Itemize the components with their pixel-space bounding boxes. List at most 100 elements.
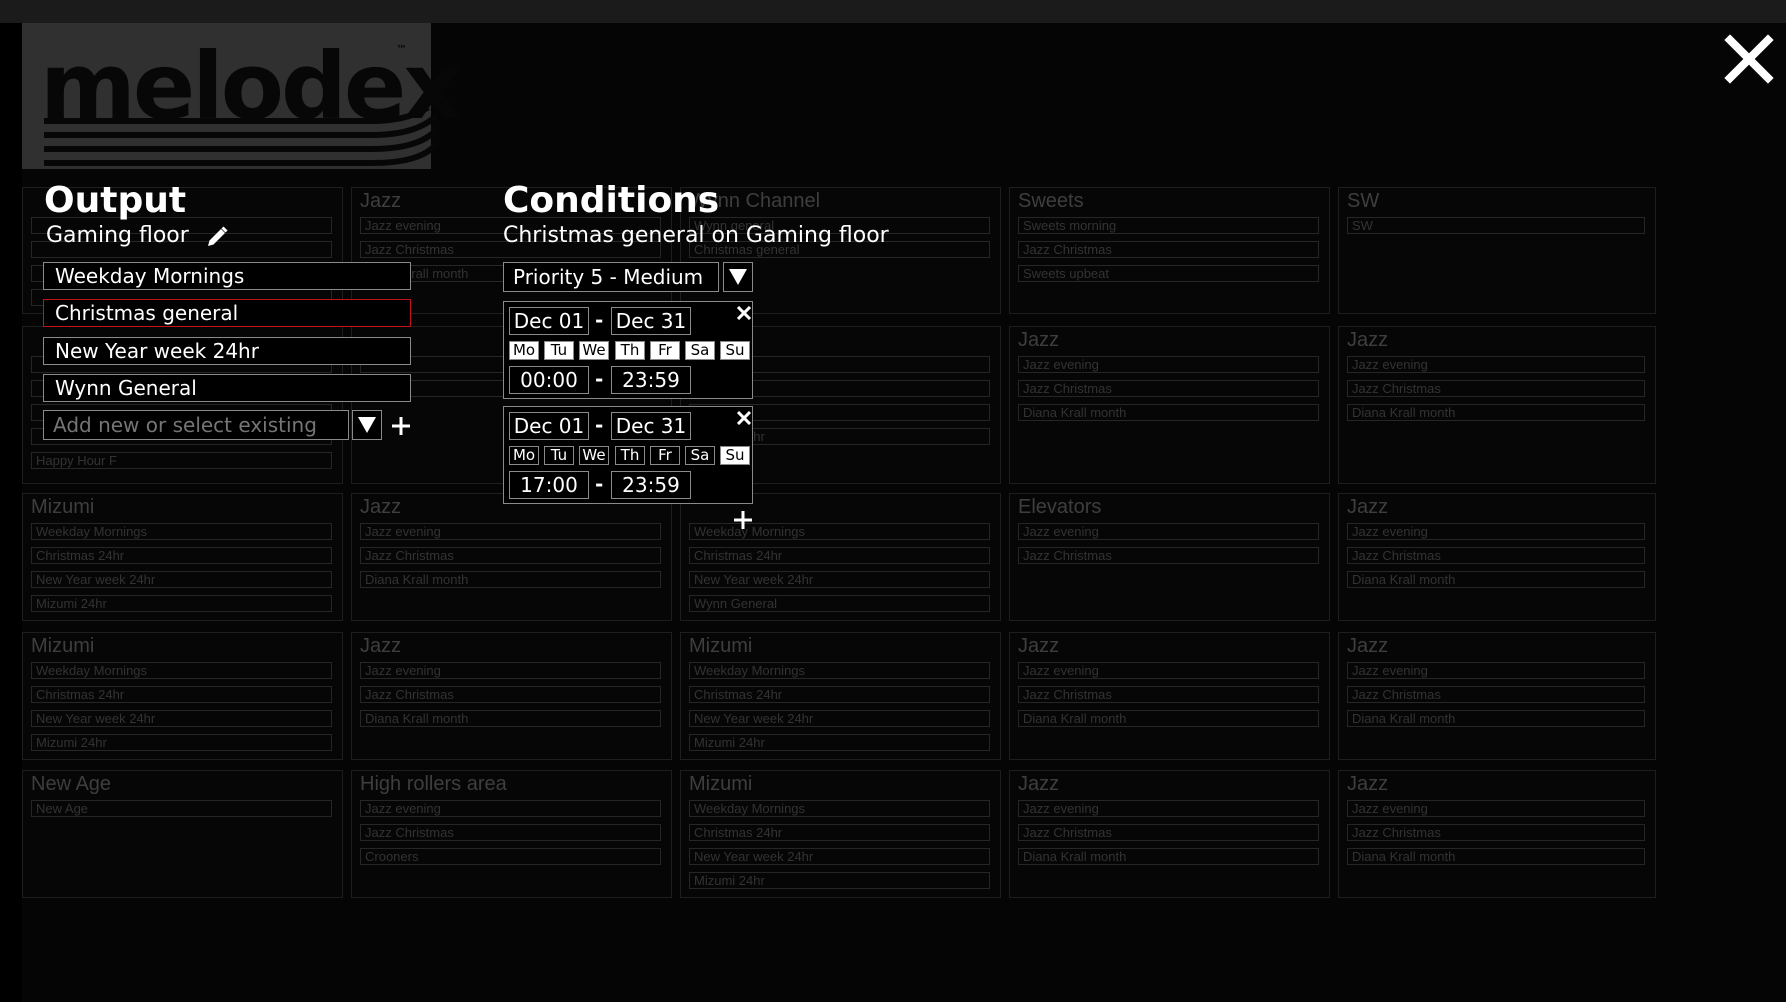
grid-tile-item[interactable]: Christmas 24hr (689, 824, 990, 841)
grid-tile[interactable]: Mizumi Weekday Mornings Christmas 24hr New … (680, 770, 1001, 898)
date-from-field[interactable]: Dec 01 (509, 412, 589, 440)
output-item-new-year-week[interactable]: New Year week 24hr (43, 337, 411, 365)
grid-tile[interactable]: Jazz Jazz evening Jazz Christmas Diana Kral… (1009, 326, 1330, 484)
grid-tile-item[interactable]: Jazz evening (1347, 356, 1645, 373)
grid-tile[interactable]: Mizumi Weekday Mornings Christmas 24hr New … (22, 632, 343, 760)
grid-tile-item[interactable]: Christmas 24hr (689, 547, 990, 564)
program-dropdown-button[interactable] (352, 410, 382, 440)
grid-tile[interactable]: Weekday Mornings Christmas 24hr New Year w… (680, 493, 1001, 621)
grid-tile[interactable]: Jazz Jazz evening Jazz Christmas Diana Kral… (1338, 493, 1656, 621)
day-toggle[interactable]: Mo (509, 341, 539, 360)
day-toggle[interactable]: Th (615, 341, 645, 360)
grid-tile-item[interactable]: Jazz evening (1018, 523, 1319, 540)
grid-tile-item[interactable]: Jazz Christmas (1018, 380, 1319, 397)
grid-tile-item[interactable]: Jazz Christmas (1018, 547, 1319, 564)
day-toggle[interactable]: Su (720, 341, 750, 360)
grid-tile-item[interactable]: Jazz Christmas (1347, 547, 1645, 564)
grid-tile[interactable]: Jazz Jazz evening Jazz Christmas Diana Kral… (1009, 632, 1330, 760)
day-toggle[interactable]: Tu (544, 446, 574, 465)
grid-tile-item[interactable]: Jazz evening (1018, 662, 1319, 679)
day-toggle[interactable]: Tu (544, 341, 574, 360)
remove-condition-close-icon[interactable] (737, 411, 751, 425)
grid-tile-item[interactable]: Sweets upbeat (1018, 265, 1319, 282)
time-from-field[interactable]: 17:00 (509, 471, 589, 499)
output-item-christmas-general[interactable]: Christmas general (43, 299, 411, 327)
grid-tile-item[interactable]: Sweets morning (1018, 217, 1319, 234)
grid-tile-item[interactable]: Jazz Christmas (1347, 686, 1645, 703)
grid-tile-item[interactable]: New Year week 24hr (689, 571, 990, 588)
priority-select[interactable]: Priority 5 - Medium (503, 262, 719, 292)
grid-tile-item[interactable]: Jazz evening (360, 800, 661, 817)
grid-tile-item[interactable]: Jazz Christmas (1347, 380, 1645, 397)
grid-tile-item[interactable]: Diana Krall month (1018, 404, 1319, 421)
grid-tile-item[interactable]: Jazz evening (1347, 800, 1645, 817)
grid-tile-item[interactable]: Wynn General (689, 595, 990, 612)
day-toggle[interactable]: Th (615, 446, 645, 465)
grid-tile[interactable]: Jazz Jazz evening Jazz Christmas Diana Kral… (1338, 326, 1656, 484)
grid-tile-item[interactable]: Jazz evening (360, 523, 661, 540)
output-item-weekday-mornings[interactable]: Weekday Mornings (43, 262, 411, 290)
time-from-field[interactable]: 00:00 (509, 366, 589, 394)
close-icon[interactable] (1724, 34, 1774, 84)
grid-tile-item[interactable]: Weekday Mornings (31, 662, 332, 679)
grid-tile-item[interactable]: Crooners (360, 848, 661, 865)
grid-tile-item[interactable]: Jazz evening (1018, 800, 1319, 817)
grid-tile-item[interactable]: Jazz Christmas (360, 547, 661, 564)
date-from-field[interactable]: Dec 01 (509, 307, 589, 335)
grid-tile[interactable]: High rollers area Jazz evening Jazz Christ… (351, 770, 672, 898)
add-program-plus-icon[interactable] (391, 416, 411, 436)
grid-tile-item[interactable]: New Year week 24hr (31, 710, 332, 727)
grid-tile-item[interactable]: Diana Krall month (360, 710, 661, 727)
grid-tile-item[interactable]: Jazz Christmas (1018, 824, 1319, 841)
day-toggle[interactable]: Sa (685, 341, 715, 360)
grid-tile-item[interactable]: New Year week 24hr (689, 710, 990, 727)
grid-tile-item[interactable]: Mizumi 24hr (31, 734, 332, 751)
grid-tile-item[interactable]: Christmas 24hr (689, 686, 990, 703)
grid-tile-item[interactable]: Diana Krall month (1347, 571, 1645, 588)
grid-tile-item[interactable]: Diana Krall month (1018, 710, 1319, 727)
grid-tile-item[interactable]: Jazz evening (1018, 356, 1319, 373)
add-condition-plus-icon[interactable] (733, 510, 753, 530)
grid-tile-item[interactable]: Weekday Mornings (689, 662, 990, 679)
grid-tile[interactable]: Jazz Jazz evening Jazz Christmas Diana Kral… (1338, 770, 1656, 898)
grid-tile-item[interactable]: Mizumi 24hr (689, 872, 990, 889)
grid-tile-item[interactable]: Diana Krall month (1347, 710, 1645, 727)
grid-tile[interactable]: Elevators Jazz evening Jazz Christmas (1009, 493, 1330, 621)
remove-condition-close-icon[interactable] (737, 306, 751, 320)
grid-tile-item[interactable]: Diana Krall month (1347, 848, 1645, 865)
time-to-field[interactable]: 23:59 (611, 471, 691, 499)
grid-tile-item[interactable]: Jazz Christmas (360, 686, 661, 703)
grid-tile-item[interactable]: New Year week 24hr (689, 848, 990, 865)
add-program-input[interactable] (43, 410, 349, 440)
grid-tile-item[interactable]: New Age (31, 800, 332, 817)
day-toggle[interactable]: Fr (650, 446, 680, 465)
pencil-icon[interactable] (205, 225, 229, 249)
grid-tile-item[interactable]: Mizumi 24hr (689, 734, 990, 751)
grid-tile[interactable]: Wynn Channel Wynn general Christmas genera… (680, 187, 1001, 314)
grid-tile[interactable]: Mizumi Weekday Mornings Christmas 24hr New … (680, 632, 1001, 760)
grid-tile-item[interactable]: Jazz Christmas (1347, 824, 1645, 841)
grid-tile[interactable]: Jazz Jazz evening Jazz Christmas Diana Kral… (1009, 770, 1330, 898)
day-toggle[interactable]: We (579, 446, 609, 465)
grid-tile-item[interactable]: SW (1347, 217, 1645, 234)
priority-dropdown-button[interactable] (723, 262, 753, 292)
grid-tile[interactable]: Jazz Jazz evening Jazz Christmas Diana Kral… (351, 493, 672, 621)
grid-tile[interactable]: Jazz Jazz evening Jazz Christmas Diana Kral… (1338, 632, 1656, 760)
grid-tile-item[interactable]: Jazz evening (360, 662, 661, 679)
time-to-field[interactable]: 23:59 (611, 366, 691, 394)
grid-tile-item[interactable]: Mizumi 24hr (31, 595, 332, 612)
grid-tile-item[interactable]: Jazz Christmas (1018, 686, 1319, 703)
grid-tile-item[interactable]: Weekday Mornings (31, 523, 332, 540)
grid-tile-item[interactable]: Jazz evening (1347, 662, 1645, 679)
day-toggle[interactable]: Mo (509, 446, 539, 465)
grid-tile-item[interactable]: Christmas 24hr (31, 547, 332, 564)
grid-tile-item[interactable]: Jazz Christmas (1018, 241, 1319, 258)
date-to-field[interactable]: Dec 31 (611, 412, 691, 440)
grid-tile-item[interactable]: Happy Hour F (31, 452, 332, 469)
day-toggle[interactable]: Fr (650, 341, 680, 360)
grid-tile-item[interactable]: Christmas 24hr (31, 686, 332, 703)
grid-tile[interactable]: Mizumi Weekday Mornings Christmas 24hr New … (22, 493, 343, 621)
grid-tile[interactable]: New Age New Age (22, 770, 343, 898)
grid-tile-item[interactable]: New Year week 24hr (31, 571, 332, 588)
grid-tile[interactable]: Jazz Jazz evening Jazz Christmas Diana Kral… (351, 632, 672, 760)
